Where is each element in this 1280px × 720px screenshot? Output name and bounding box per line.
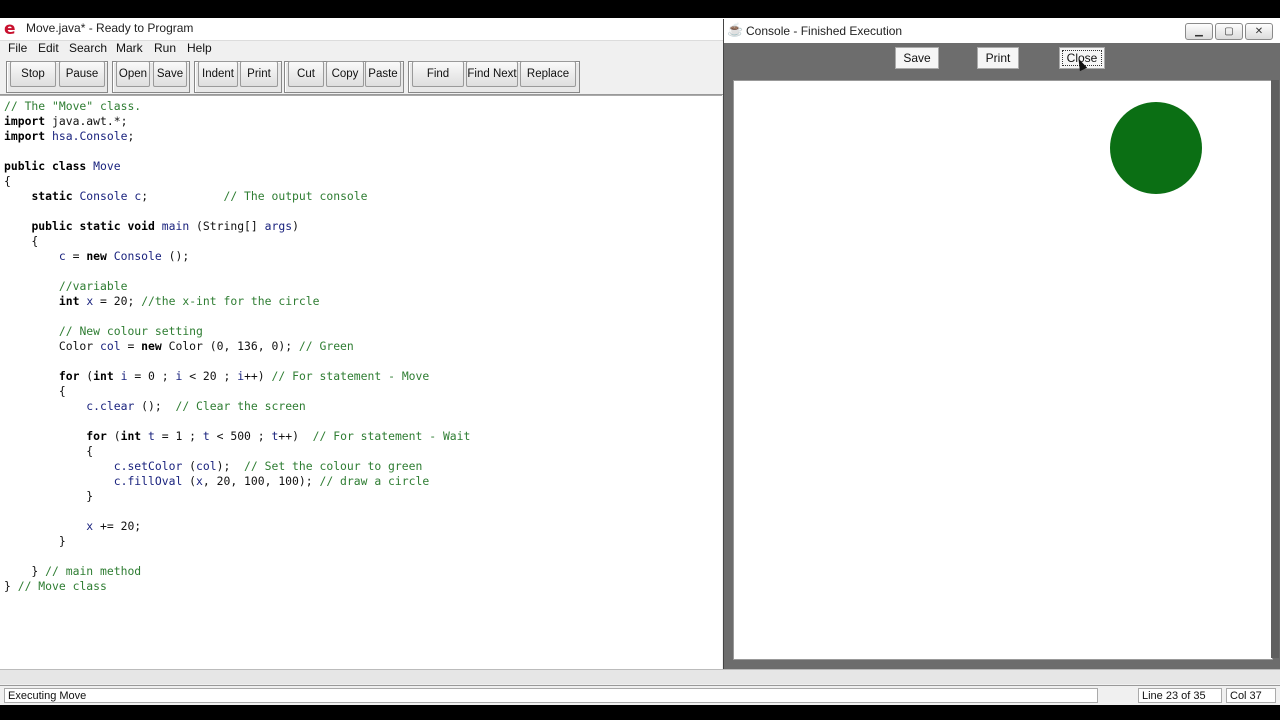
code-line: c = new Console (); <box>58 249 190 263</box>
green-circle <box>1110 102 1202 194</box>
console-save-button[interactable]: Save <box>895 47 939 69</box>
code-line: } <box>4 534 66 548</box>
code-line: } // main method <box>4 564 142 578</box>
minimize-icon[interactable]: ▁ <box>1185 23 1213 40</box>
java-icon: ☕ <box>727 22 744 37</box>
code-line: //variable <box>58 279 128 293</box>
find-next-button[interactable]: Find Next <box>466 61 518 87</box>
console-window: ☕ Console - Finished Execution ▁ ▢ ✕ Sav… <box>723 19 1280 669</box>
code-line: } // Move class <box>4 579 107 593</box>
menu-edit[interactable]: Edit <box>38 41 59 55</box>
code-line: for (int t = 1 ; t < 500 ; t++) // For s… <box>86 429 471 443</box>
ready-to-program-icon: e <box>4 19 16 39</box>
code-editor[interactable]: // The "Move" class. import java.awt.*; … <box>0 95 722 670</box>
code-line: for (int i = 0 ; i < 20 ; i++) // For st… <box>58 369 430 383</box>
find-button[interactable]: Find <box>412 61 464 87</box>
code-line: x += 20; <box>86 519 142 533</box>
code-line: public static void main (String[] args) <box>31 219 299 233</box>
copy-button[interactable]: Copy <box>326 61 364 87</box>
replace-button[interactable]: Replace <box>520 61 576 87</box>
code-line: import java.awt.*; <box>4 114 128 128</box>
status-col: Col 37 <box>1226 688 1276 703</box>
code-line: { <box>4 234 39 248</box>
cut-button[interactable]: Cut <box>288 61 324 87</box>
print-button[interactable]: Print <box>240 61 278 87</box>
console-titlebar: ☕ Console - Finished Execution ▁ ▢ ✕ <box>724 19 1280 43</box>
code-line: import hsa.Console; <box>4 129 135 143</box>
code-line: c.clear (); // Clear the screen <box>86 399 306 413</box>
editor-title: Move.java* - Ready to Program <box>26 21 194 35</box>
code-line: { <box>4 444 94 458</box>
paste-button[interactable]: Paste <box>365 61 401 87</box>
status-bar: Executing Move Line 23 of 35 Col 37 <box>0 685 1280 705</box>
code-line: public class Move <box>4 159 121 173</box>
menu-search[interactable]: Search <box>69 41 107 55</box>
open-button[interactable]: Open <box>116 61 150 87</box>
menu-help[interactable]: Help <box>187 41 212 55</box>
status-message: Executing Move <box>4 688 1098 703</box>
menu-mark[interactable]: Mark <box>116 41 143 55</box>
code-line: } <box>4 489 94 503</box>
stop-button[interactable]: Stop <box>10 61 56 87</box>
pause-button[interactable]: Pause <box>59 61 105 87</box>
code-line: c.setColor (col); // Set the colour to g… <box>113 459 423 473</box>
code-line: Color col = new Color (0, 136, 0); // Gr… <box>4 339 354 353</box>
toolbar: Stop Pause Open Save Indent Print Cut Co… <box>0 58 724 95</box>
code-line: int x = 20; //the x-int for the circle <box>58 294 320 308</box>
menu-file[interactable]: File <box>8 41 27 55</box>
maximize-icon[interactable]: ▢ <box>1215 23 1243 40</box>
console-title: Console - Finished Execution <box>746 24 903 38</box>
horizontal-scrollbar[interactable] <box>0 669 1280 684</box>
console-print-button[interactable]: Print <box>977 47 1019 69</box>
code-line: { <box>4 174 11 188</box>
status-line: Line 23 of 35 <box>1138 688 1222 703</box>
indent-button[interactable]: Indent <box>198 61 238 87</box>
code-line: // New colour setting <box>58 324 203 338</box>
save-button[interactable]: Save <box>153 61 187 87</box>
console-canvas <box>733 80 1273 660</box>
code-line: { <box>4 384 66 398</box>
close-icon[interactable]: ✕ <box>1245 23 1273 40</box>
code-line: static Console c; // The output console <box>31 189 368 203</box>
code-line: c.fillOval (x, 20, 100, 100); // draw a … <box>113 474 430 488</box>
console-vertical-scrollbar[interactable] <box>1271 80 1279 658</box>
menubar: File Edit Search Mark Run Help <box>0 40 724 58</box>
menu-run[interactable]: Run <box>154 41 176 55</box>
code-line: // The "Move" class. <box>4 99 142 113</box>
